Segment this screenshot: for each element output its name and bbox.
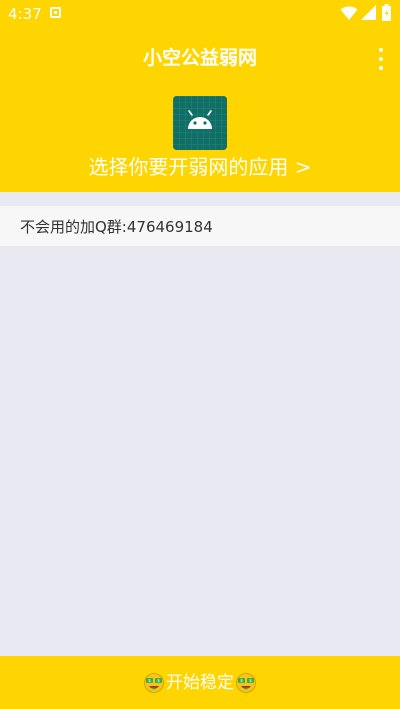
more-vert-icon[interactable] xyxy=(376,48,386,70)
app-title: 小空公益弱网 xyxy=(142,47,257,69)
signal-icon xyxy=(361,5,376,20)
select-app-link[interactable]: 选择你要开弱网的应用 > xyxy=(0,152,400,182)
svg-text:$: $ xyxy=(148,678,151,684)
android-icon[interactable] xyxy=(173,96,227,150)
battery-icon xyxy=(382,4,391,21)
status-time: 4:37 xyxy=(8,5,42,23)
start-button[interactable]: $ $ 开始稳定 $ $ xyxy=(0,656,400,709)
info-row: 不会用的加Q群:476469184 xyxy=(0,206,400,246)
svg-text:$: $ xyxy=(240,678,243,684)
notification-icon xyxy=(50,7,61,18)
svg-text:$: $ xyxy=(249,678,252,684)
status-bar: 4:37 xyxy=(0,0,400,28)
selected-app-panel: 选择你要开弱网的应用 > xyxy=(0,90,400,192)
start-button-label: 开始稳定 xyxy=(166,672,234,693)
qq-group-info: 不会用的加Q群:476469184 xyxy=(20,218,213,236)
money-face-emoji-icon: $ $ xyxy=(144,672,164,693)
app-bar: 小空公益弱网 xyxy=(0,28,400,90)
app-screen: 4:37 小空公益弱网 选择你要开弱网的应用 > 不会用的加Q群:4764691… xyxy=(0,0,400,709)
wifi-icon xyxy=(340,6,358,20)
money-face-emoji-icon: $ $ xyxy=(236,672,256,693)
svg-text:$: $ xyxy=(157,678,160,684)
